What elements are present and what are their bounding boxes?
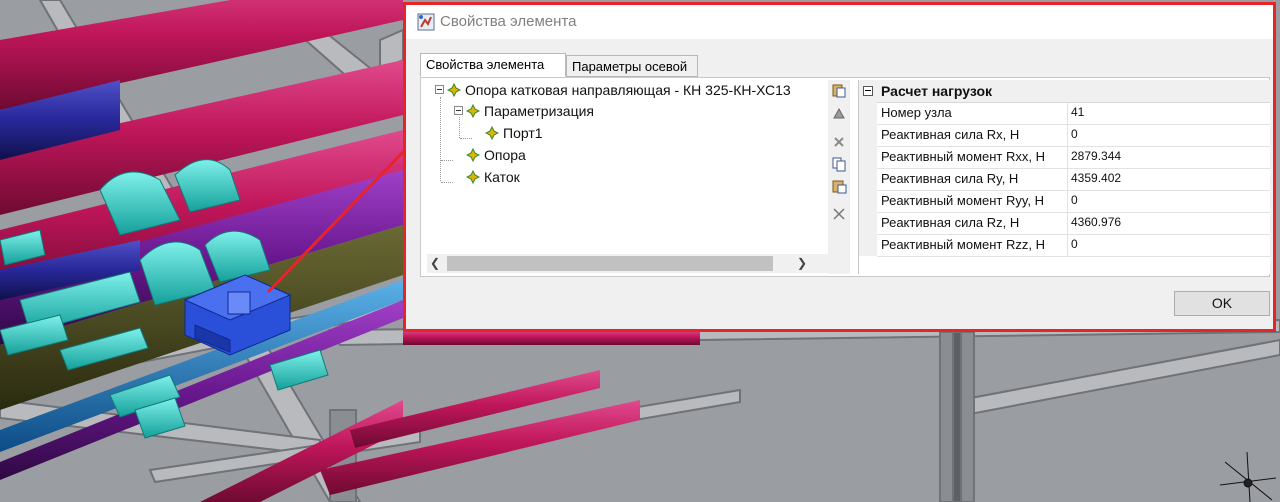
grid-gutter [859,102,877,256]
tree-node-label: Опора катковая направляющая - КН 325-КН-… [465,82,791,98]
delete-icon[interactable] [831,134,847,150]
column-divider [1067,103,1068,124]
component-icon [466,104,480,118]
collapse-toggle-icon[interactable] [435,85,444,94]
component-icon [485,126,499,140]
tree-node-label: Порт1 [503,125,543,141]
title-bar: Свойства элемента [406,5,1273,39]
paste-special-icon[interactable] [831,178,847,194]
property-row[interactable]: Реактивный момент Ryy, H 0 [877,191,1270,213]
column-divider [1067,147,1068,168]
property-value[interactable]: 2879.344 [1071,149,1121,163]
tab-panel: Опора катковая направляющая - КН 325-КН-… [420,77,1270,277]
column-divider [1067,169,1068,190]
collapse-toggle-icon[interactable] [454,106,463,115]
property-value[interactable]: 0 [1071,127,1078,141]
property-row[interactable]: Реактивная сила Ry, H 4359.402 [877,169,1270,191]
property-row[interactable]: Реактивная сила Rx, H 0 [877,125,1270,147]
component-icon [466,148,480,162]
tree-connector [440,97,441,181]
column-divider [1067,191,1068,212]
scrollbar-thumb[interactable] [447,256,773,271]
column-divider [1067,235,1068,256]
element-tree[interactable]: Опора катковая направляющая - КН 325-КН-… [427,80,829,254]
paste-icon[interactable] [831,82,847,98]
property-value[interactable]: 4360.976 [1071,215,1121,229]
property-value[interactable]: 4359.402 [1071,171,1121,185]
tree-connector [441,182,453,183]
property-name: Номер узла [881,105,952,120]
tree-connector [459,117,460,138]
tab-axis-parameters[interactable]: Параметры осевой [566,55,698,77]
tree-toolbar [828,80,850,274]
element-properties-icon [417,13,435,31]
property-name: Реактивный момент Ryy, H [881,193,1045,208]
component-icon [466,170,480,184]
collapse-toggle-icon[interactable] [863,86,873,96]
tree-node-label: Каток [484,169,520,185]
element-properties-dialog: Свойства элемента Свойства элемента Пара… [403,2,1276,332]
tree-connector [441,160,453,161]
property-name: Реактивная сила Rx, H [881,127,1020,142]
property-name: Реактивный момент Rxx, H [881,149,1045,164]
column-divider [1067,125,1068,146]
tree-node-label: Опора [484,147,526,163]
category-label: Расчет нагрузок [881,83,993,99]
column-divider [1067,213,1068,234]
tree-node-label: Параметризация [484,103,595,119]
property-value[interactable]: 41 [1071,105,1084,119]
property-category[interactable]: Расчет нагрузок [859,80,1270,103]
tree-connector [460,138,472,139]
property-name: Реактивный момент Rzz, H [881,237,1045,252]
stamp-icon[interactable] [831,106,847,122]
property-value[interactable]: 0 [1071,193,1078,207]
copy-icon[interactable] [831,156,847,172]
property-name: Реактивная сила Ry, H [881,171,1019,186]
tab-element-properties[interactable]: Свойства элемента [420,53,566,77]
property-row[interactable]: Реактивный момент Rzz, H 0 [877,235,1270,257]
window-title: Свойства элемента [440,13,577,30]
scroll-left-icon[interactable]: ❮ [427,256,443,271]
property-row[interactable]: Реактивная сила Rz, H 4360.976 [877,213,1270,235]
property-name: Реактивная сила Rz, H [881,215,1020,230]
property-value[interactable]: 0 [1071,237,1078,251]
property-grid: Расчет нагрузок Номер узла 41 Реактивная… [858,80,1270,274]
clear-icon[interactable] [831,206,847,222]
component-icon [447,83,461,97]
scroll-right-icon[interactable]: ❯ [794,256,810,271]
horizontal-scrollbar[interactable]: ❮ ❯ [427,254,830,273]
ok-button[interactable]: OK [1174,291,1270,316]
property-row[interactable]: Номер узла 41 [877,103,1270,125]
property-row[interactable]: Реактивный момент Rxx, H 2879.344 [877,147,1270,169]
